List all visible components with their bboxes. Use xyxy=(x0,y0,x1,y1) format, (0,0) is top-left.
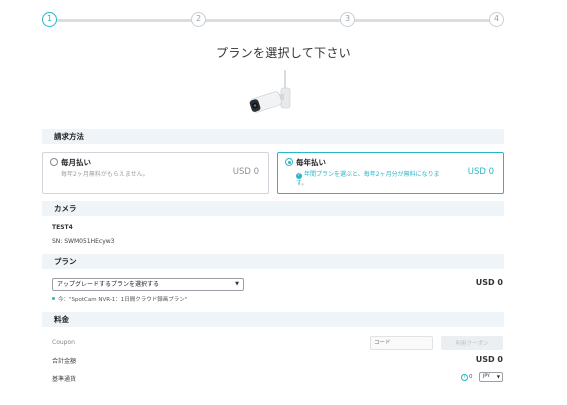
help-count: 0 xyxy=(469,374,473,380)
section-header-billing: 請求方法 xyxy=(42,129,504,144)
monthly-description: 毎年2ヶ月無料がもらえません。 xyxy=(61,171,149,178)
camera-serial: SN: SWM051HEcyw3 xyxy=(52,238,115,245)
section-header-pricing: 料金 xyxy=(42,312,504,327)
yearly-description: 年間プランを選ぶと、毎年2ヶ月分が無料になります。 xyxy=(296,171,440,187)
step-2-circle: 2 xyxy=(191,12,206,27)
current-plan-note-wrap: 今："SpotCam NVR-1：1日間クラウド録画プラン" xyxy=(52,295,187,303)
bullet-dot-icon xyxy=(52,297,55,300)
stepper-line xyxy=(205,19,341,22)
camera-image xyxy=(249,70,291,113)
dropdown-caret-icon: ▼ xyxy=(235,281,239,287)
section-header-plan: プラン xyxy=(42,254,504,269)
current-plan-note: 今："SpotCam NVR-1：1日間クラウド録画プラン" xyxy=(58,297,188,303)
currency-select[interactable]: JPY ▼ xyxy=(479,372,503,382)
yearly-price: USD 0 xyxy=(467,167,494,177)
total-value: USD 0 xyxy=(475,355,503,364)
base-currency-label: 基準通貨 xyxy=(52,376,77,383)
step-3-circle: 3 xyxy=(340,12,355,27)
help-question-icon[interactable]: ? xyxy=(461,374,468,381)
plan-price: USD 0 xyxy=(475,278,503,287)
yearly-radio[interactable] xyxy=(285,158,293,166)
apply-coupon-button[interactable]: 利用クーポン xyxy=(441,336,503,350)
dropdown-caret-icon: ▼ xyxy=(496,374,500,379)
camera-name: TEST4 xyxy=(52,224,73,231)
step-1-circle: 1 xyxy=(42,12,57,27)
check-circle-icon: ✓ xyxy=(296,173,302,179)
monthly-title: 毎月払い xyxy=(61,158,91,167)
monthly-radio[interactable] xyxy=(50,158,58,166)
billing-monthly-card[interactable]: 毎月払い 毎年2ヶ月無料がもらえません。 USD 0 xyxy=(42,152,269,194)
page-title: プランを選択して下さい xyxy=(216,46,351,60)
stepper-line xyxy=(55,19,196,22)
yearly-description-wrap: ✓ 年間プランを選ぶと、毎年2ヶ月分が無料になります。 xyxy=(296,170,446,188)
section-header-camera: カメラ xyxy=(42,201,504,216)
progress-stepper: 1 2 3 4 xyxy=(42,12,504,28)
yearly-title: 毎年払い xyxy=(296,158,326,167)
coupon-code-input[interactable] xyxy=(370,336,433,350)
plan-select-value: アップグレードするプランを選択する xyxy=(57,281,160,288)
plan-select[interactable]: アップグレードするプランを選択する ▼ xyxy=(52,278,244,291)
currency-value: JPY xyxy=(483,374,490,379)
coupon-label: Coupon xyxy=(52,339,75,346)
billing-yearly-card[interactable]: 毎年払い ✓ 年間プランを選ぶと、毎年2ヶ月分が無料になります。 USD 0 xyxy=(277,152,504,194)
monthly-price: USD 0 xyxy=(232,167,259,177)
step-4-circle: 4 xyxy=(489,12,504,27)
total-label: 合計金額 xyxy=(52,358,77,365)
stepper-line xyxy=(350,19,491,22)
